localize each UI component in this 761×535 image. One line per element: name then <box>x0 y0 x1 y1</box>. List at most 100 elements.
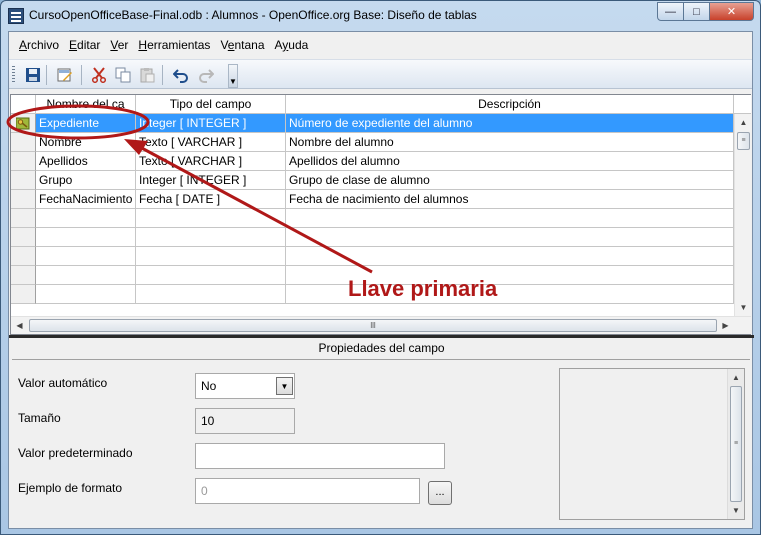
edit-icon[interactable] <box>55 65 75 85</box>
cell-field-name[interactable] <box>36 266 136 285</box>
window-controls: — □ ✕ <box>657 2 754 21</box>
scroll-down-arrow[interactable]: ▼ <box>728 502 744 519</box>
cell-field-name[interactable]: Apellidos <box>36 152 136 171</box>
column-header-name[interactable]: Nombre del ca <box>36 95 136 114</box>
row-selector[interactable] <box>11 133 36 152</box>
row-selector[interactable] <box>11 190 36 209</box>
cell-field-name[interactable] <box>36 228 136 247</box>
auto-value-selected: No <box>201 379 217 393</box>
pane-splitter[interactable] <box>9 335 754 338</box>
scroll-right-arrow[interactable]: ▶ <box>717 317 734 334</box>
menu-bar: Archivo Editar Ver Herramientas Ventana … <box>9 32 752 58</box>
cell-field-type[interactable]: Fecha [ DATE ] <box>136 190 286 209</box>
cell-field-description[interactable]: Nombre del alumno <box>286 133 734 152</box>
close-button[interactable]: ✕ <box>709 2 754 21</box>
openoffice-base-icon <box>8 8 24 24</box>
row-selector[interactable] <box>11 228 36 247</box>
row-selector[interactable] <box>11 152 36 171</box>
redo-icon[interactable] <box>196 65 216 85</box>
toolbar-separator <box>81 65 82 85</box>
size-label: Tamaño <box>18 411 61 425</box>
maximize-button[interactable]: □ <box>683 2 710 21</box>
cell-field-description[interactable]: Grupo de clase de alumno <box>286 171 734 190</box>
toolbar-overflow-button[interactable]: ▼ <box>228 64 238 88</box>
cell-field-type[interactable] <box>136 285 286 304</box>
scroll-up-arrow[interactable]: ▲ <box>735 114 752 131</box>
paste-icon[interactable] <box>137 65 157 85</box>
cut-icon[interactable] <box>89 65 109 85</box>
help-text-box: ▲ ≡ ▼ <box>559 368 745 520</box>
save-icon[interactable] <box>23 65 43 85</box>
row-selector[interactable] <box>11 209 36 228</box>
column-header-description[interactable]: Descripción <box>286 95 734 114</box>
format-button[interactable]: ... <box>428 481 452 505</box>
menu-herramientas[interactable]: Herramientas <box>133 38 215 52</box>
toolbar-separator <box>46 65 47 85</box>
cell-field-type[interactable]: Integer [ INTEGER ] <box>136 171 286 190</box>
undo-icon[interactable] <box>171 65 191 85</box>
cell-field-name[interactable]: FechaNacimiento <box>36 190 136 209</box>
cell-field-name[interactable] <box>36 285 136 304</box>
cell-field-description[interactable] <box>286 209 734 228</box>
title-bar[interactable]: CursoOpenOfficeBase-Final.odb : Alumnos … <box>1 1 760 31</box>
row-header-corner <box>11 95 36 114</box>
cell-field-description[interactable] <box>286 247 734 266</box>
table-horizontal-scrollbar[interactable]: ◀ lll ▶ <box>11 316 751 334</box>
menu-editar[interactable]: Editar <box>64 38 105 52</box>
cell-field-type[interactable] <box>136 209 286 228</box>
scroll-down-arrow[interactable]: ▼ <box>735 299 752 316</box>
scroll-up-arrow[interactable]: ▲ <box>728 369 744 386</box>
field-properties-title: Propiedades del campo <box>318 341 445 355</box>
toolbar: ▼ <box>9 59 752 89</box>
toolbar-separator <box>162 65 163 85</box>
menu-archivo[interactable]: Archivo <box>14 38 64 52</box>
column-header-type[interactable]: Tipo del campo <box>136 95 286 114</box>
window-title: CursoOpenOfficeBase-Final.odb : Alumnos … <box>29 8 477 22</box>
row-selector[interactable] <box>11 247 36 266</box>
scroll-thumb[interactable]: ≡ <box>737 132 750 150</box>
default-value-field[interactable] <box>195 443 445 469</box>
row-selector[interactable] <box>11 114 36 133</box>
application-window: CursoOpenOfficeBase-Final.odb : Alumnos … <box>0 0 761 535</box>
row-selector[interactable] <box>11 285 36 304</box>
format-example-field[interactable]: 0 <box>195 478 420 504</box>
divider <box>12 359 750 360</box>
scroll-left-arrow[interactable]: ◀ <box>11 317 28 334</box>
cell-field-type[interactable]: Integer [ INTEGER ] <box>136 114 286 133</box>
scroll-thumb[interactable]: ≡ <box>730 386 742 502</box>
default-value-label: Valor predeterminado <box>18 446 133 460</box>
row-selector[interactable] <box>11 266 36 285</box>
menu-ventana[interactable]: Ventana <box>215 38 269 52</box>
cell-field-description[interactable] <box>286 228 734 247</box>
cell-field-name[interactable] <box>36 247 136 266</box>
cell-field-type[interactable] <box>136 266 286 285</box>
primary-key-annotation-label: Llave primaria <box>348 276 498 301</box>
cell-field-name[interactable]: Grupo <box>36 171 136 190</box>
cell-field-description[interactable]: Apellidos del alumno <box>286 152 734 171</box>
cell-field-type[interactable] <box>136 228 286 247</box>
row-selector[interactable] <box>11 171 36 190</box>
copy-icon[interactable] <box>113 65 133 85</box>
primary-key-icon <box>16 117 30 130</box>
cell-field-name[interactable] <box>36 209 136 228</box>
menu-ayuda[interactable]: Ayuda <box>270 38 314 52</box>
cell-field-type[interactable]: Texto [ VARCHAR ] <box>136 152 286 171</box>
format-example-label: Ejemplo de formato <box>18 481 123 495</box>
auto-value-label: Valor automático <box>18 376 108 390</box>
cell-field-name[interactable]: Expediente <box>36 114 136 133</box>
cell-field-description[interactable]: Número de expediente del alumno <box>286 114 734 133</box>
size-field[interactable]: 10 <box>195 408 295 434</box>
table-vertical-scrollbar[interactable]: ▲ ≡ ▼ <box>734 114 751 316</box>
minimize-button[interactable]: — <box>657 2 684 21</box>
header-spacer <box>734 95 751 114</box>
menu-ver[interactable]: Ver <box>105 38 133 52</box>
auto-value-dropdown[interactable]: No ▼ <box>195 373 295 399</box>
help-scrollbar[interactable]: ▲ ≡ ▼ <box>727 369 744 519</box>
horizontal-scroll-thumb[interactable]: lll <box>29 319 717 332</box>
cell-field-name[interactable]: Nombre <box>36 133 136 152</box>
cell-field-description[interactable]: Fecha de nacimiento del alumnos <box>286 190 734 209</box>
chevron-down-icon[interactable]: ▼ <box>276 377 293 395</box>
cell-field-type[interactable] <box>136 247 286 266</box>
cell-field-type[interactable]: Texto [ VARCHAR ] <box>136 133 286 152</box>
toolbar-grip[interactable] <box>12 66 15 84</box>
